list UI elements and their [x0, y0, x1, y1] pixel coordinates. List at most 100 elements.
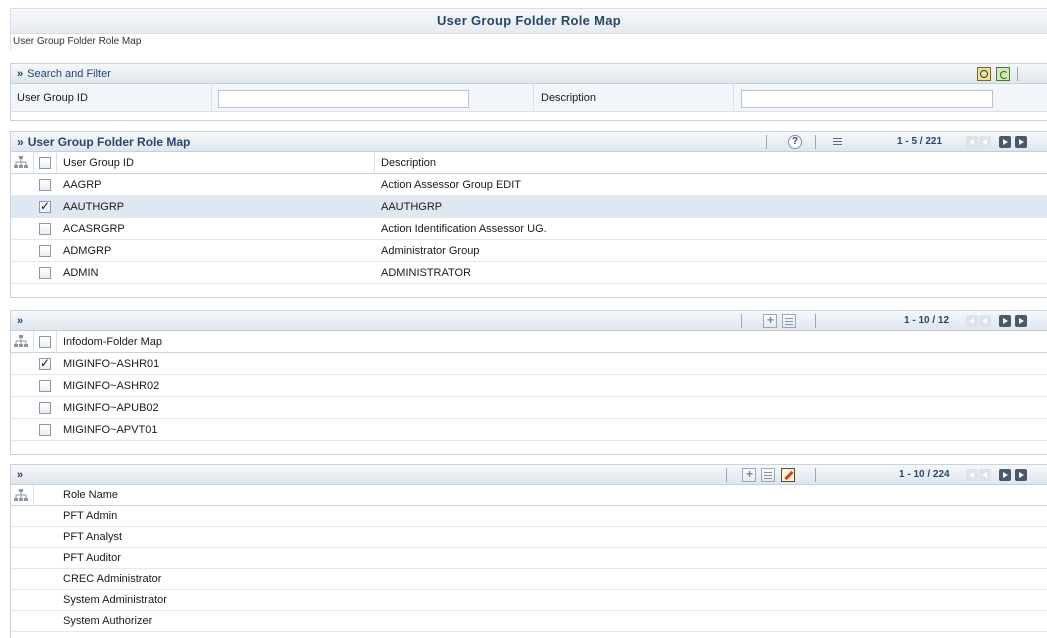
row-checkbox[interactable]	[39, 179, 51, 191]
toolbar-divider	[815, 135, 816, 149]
view-icon[interactable]	[761, 468, 775, 482]
table-row[interactable]: CREC Administrator	[11, 569, 1047, 590]
role-name-cell: PFT Auditor	[63, 552, 121, 564]
hierarchy-icon[interactable]	[14, 489, 28, 502]
role-name-cell: System Administrator	[63, 594, 167, 606]
hierarchy-icon[interactable]	[14, 335, 28, 348]
field-divider	[211, 84, 212, 112]
row-checkbox[interactable]	[39, 223, 51, 235]
column-divider	[374, 152, 375, 174]
infodom-folder-grid: » 1 - 10 / 12 Infodom-Folder Map MIGINFO…	[10, 310, 1047, 455]
expand-chevron-icon[interactable]: »	[17, 135, 24, 149]
help-icon[interactable]: ?	[788, 135, 802, 149]
table-row[interactable]: AAUTHGRP AAUTHGRP	[11, 196, 1047, 218]
table-row[interactable]: ACASRGRP Action Identification Assessor …	[11, 218, 1047, 240]
next-page-icon[interactable]	[999, 315, 1011, 327]
table-row[interactable]: PFT Auditor	[11, 548, 1047, 569]
toolbar-divider	[1017, 67, 1018, 81]
role-name-cell: PFT Admin	[63, 510, 118, 522]
role-grid-title[interactable]: »	[17, 465, 27, 485]
user-group-grid-title[interactable]: » User Group Folder Role Map	[17, 132, 190, 152]
table-header: Role Name	[11, 485, 1047, 506]
role-grid-bar: » 1 - 10 / 224	[11, 465, 1047, 485]
table-row[interactable]: MIGINFO~ASHR02	[11, 375, 1047, 397]
field-divider	[533, 84, 534, 112]
column-divider	[56, 331, 57, 353]
toolbar-divider	[726, 468, 727, 482]
add-icon[interactable]	[742, 467, 756, 482]
table-row[interactable]: MIGINFO~APUB02	[11, 397, 1047, 419]
edit-icon[interactable]	[781, 468, 795, 482]
row-checkbox[interactable]	[39, 380, 51, 392]
user-group-grid: » User Group Folder Role Map ? 1 - 5 / 22…	[10, 131, 1047, 298]
add-icon[interactable]	[763, 313, 777, 328]
table-row[interactable]: System Administrator	[11, 590, 1047, 611]
table-row[interactable]: System Authorizer	[11, 611, 1047, 632]
row-checkbox[interactable]	[39, 245, 51, 257]
toolbar-divider	[741, 314, 742, 328]
user-group-id-label: User Group ID	[17, 92, 88, 104]
menu-icon[interactable]	[833, 138, 842, 139]
table-row[interactable]: PFT Analyst	[11, 527, 1047, 548]
user-group-id-input[interactable]	[218, 90, 469, 108]
first-page-icon	[979, 469, 991, 481]
table-row[interactable]: PFT Admin	[11, 506, 1047, 527]
search-filter-row: User Group ID Description	[11, 84, 1047, 112]
previous-page-icon	[966, 136, 978, 148]
expand-chevron-icon[interactable]: »	[17, 469, 23, 481]
row-checkbox[interactable]	[39, 199, 51, 213]
view-icon[interactable]	[782, 314, 796, 328]
user-group-id-cell: ADMIN	[63, 267, 99, 279]
column-header-user-group-id[interactable]: User Group ID	[63, 152, 134, 174]
toolbar-divider	[815, 468, 816, 482]
select-all-checkbox[interactable]	[39, 336, 51, 348]
table-row[interactable]: ADMGRP Administrator Group	[11, 240, 1047, 262]
row-checkbox[interactable]	[39, 402, 51, 414]
table-header: Infodom-Folder Map	[11, 331, 1047, 353]
description-cell: ADMINISTRATOR	[381, 267, 472, 279]
search-filter-bar: » Search and Filter	[11, 64, 1047, 84]
column-divider	[56, 152, 57, 174]
description-cell: Administrator Group	[381, 245, 480, 257]
previous-page-icon	[966, 315, 978, 327]
page-header: User Group Folder Role Map User Group Fo…	[10, 8, 1047, 50]
search-filter-title[interactable]: » Search and Filter	[17, 64, 111, 84]
table-header: User Group ID Description	[11, 152, 1047, 174]
user-group-id-cell: ADMGRP	[63, 245, 112, 257]
table-row[interactable]: ADMIN ADMINISTRATOR	[11, 262, 1047, 284]
row-checkbox[interactable]	[39, 356, 51, 370]
hierarchy-icon[interactable]	[14, 156, 28, 169]
user-group-id-cell: ACASRGRP	[63, 223, 125, 235]
column-header-role-name[interactable]: Role Name	[63, 485, 118, 506]
column-header-description[interactable]: Description	[381, 152, 436, 174]
column-header-infodom-folder-map[interactable]: Infodom-Folder Map	[63, 331, 162, 353]
table-row[interactable]: AAGRP Action Assessor Group EDIT	[11, 174, 1047, 196]
first-page-icon	[979, 136, 991, 148]
role-name-cell: CREC Administrator	[63, 573, 162, 585]
reset-icon[interactable]	[996, 67, 1010, 81]
user-group-grid-bar: » User Group Folder Role Map ? 1 - 5 / 22…	[11, 132, 1047, 152]
last-page-icon[interactable]	[1015, 469, 1027, 481]
row-checkbox[interactable]	[39, 424, 51, 436]
infodom-folder-cell: MIGINFO~ASHR02	[63, 380, 160, 392]
infodom-grid-title[interactable]: »	[17, 311, 27, 331]
role-grid: » 1 - 10 / 224 Role Name PFT Admin PFT A…	[10, 464, 1047, 638]
last-page-icon[interactable]	[1015, 136, 1027, 148]
table-row[interactable]: MIGINFO~ASHR01	[11, 353, 1047, 375]
pagination-info: 1 - 10 / 224	[899, 469, 950, 480]
user-group-id-cell: AAGRP	[63, 179, 102, 191]
next-page-icon[interactable]	[999, 136, 1011, 148]
next-page-icon[interactable]	[999, 469, 1011, 481]
select-all-checkbox[interactable]	[39, 157, 51, 169]
column-divider	[33, 485, 34, 506]
expand-chevron-icon[interactable]: »	[17, 315, 23, 327]
table-row[interactable]: MIGINFO~APVT01	[11, 419, 1047, 441]
infodom-folder-cell: MIGINFO~APUB02	[63, 402, 159, 414]
expand-chevron-icon[interactable]: »	[17, 68, 23, 80]
description-label: Description	[541, 92, 597, 104]
search-icon[interactable]	[977, 67, 991, 81]
field-divider	[733, 84, 734, 112]
last-page-icon[interactable]	[1015, 315, 1027, 327]
description-input[interactable]	[741, 90, 993, 108]
row-checkbox[interactable]	[39, 267, 51, 279]
